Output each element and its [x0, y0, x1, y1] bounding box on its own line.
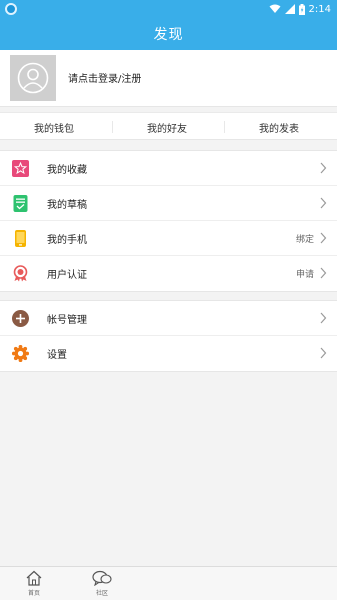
avatar[interactable]: [10, 55, 56, 101]
quick-tabs: 我的钱包 我的好友 我的发表: [0, 112, 337, 140]
header-bar: 发现: [0, 18, 337, 50]
settings-icon: [12, 345, 29, 362]
bottom-nav: 首页 社区: [0, 566, 337, 600]
menu-item-drafts[interactable]: 我的草稿: [0, 186, 337, 221]
home-icon: [26, 570, 42, 586]
status-bar: 2:14: [0, 0, 337, 18]
chevron-right-icon: [320, 197, 327, 209]
menu-item-label: 我的草稿: [47, 200, 87, 211]
nav-label: 社区: [95, 590, 108, 597]
menu-item-verification[interactable]: 用户认证 申请: [0, 256, 337, 291]
chevron-right-icon: [320, 162, 327, 174]
draft-icon: [13, 195, 28, 212]
avatar-icon: [17, 62, 49, 94]
nav-community[interactable]: 社区: [87, 570, 117, 597]
community-icon: [92, 570, 112, 586]
status-time: 2:14: [308, 3, 331, 15]
apply-status: 申请: [295, 270, 314, 280]
tab-my-posts[interactable]: 我的发表: [259, 120, 299, 135]
page-title: 发现: [153, 27, 184, 43]
chevron-right-icon: [320, 312, 327, 324]
battery-icon: [298, 3, 305, 15]
tab-wallet[interactable]: 我的钱包: [34, 120, 74, 135]
menu-group-personal: 我的收藏 我的草稿 我的手机 绑定 用户认证 申请: [0, 150, 337, 292]
phone-icon: [15, 230, 26, 247]
profile-login-row[interactable]: 请点击登录/注册: [0, 50, 337, 107]
menu-item-label: 帐号管理: [47, 315, 87, 326]
bind-status: 绑定: [295, 235, 314, 245]
star-icon: [12, 160, 29, 177]
menu-item-account-management[interactable]: 帐号管理: [0, 301, 337, 336]
chevron-right-icon: [320, 232, 327, 244]
menu-group-account: 帐号管理 设置: [0, 300, 337, 372]
chevron-right-icon: [320, 267, 327, 279]
menu-item-label: 我的手机: [47, 235, 87, 246]
menu-item-label: 设置: [47, 350, 67, 361]
menu-item-favorites[interactable]: 我的收藏: [0, 151, 337, 186]
tab-friends[interactable]: 我的好友: [147, 120, 187, 135]
app-notification-icon: [5, 3, 17, 15]
login-register-link[interactable]: 请点击登录/注册: [68, 70, 141, 85]
menu-item-label: 我的收藏: [47, 165, 87, 176]
chevron-right-icon: [320, 347, 327, 359]
menu-item-settings[interactable]: 设置: [0, 336, 337, 371]
account-plus-icon: [12, 310, 29, 327]
badge-icon: [13, 265, 28, 282]
menu-item-phone[interactable]: 我的手机 绑定: [0, 221, 337, 256]
wifi-icon: [269, 4, 281, 13]
nav-label: 首页: [27, 590, 40, 597]
menu-item-label: 用户认证: [47, 270, 87, 281]
tab-divider: [112, 121, 113, 133]
nav-home[interactable]: 首页: [19, 570, 49, 597]
signal-icon: [284, 4, 295, 14]
tab-divider: [224, 121, 225, 133]
